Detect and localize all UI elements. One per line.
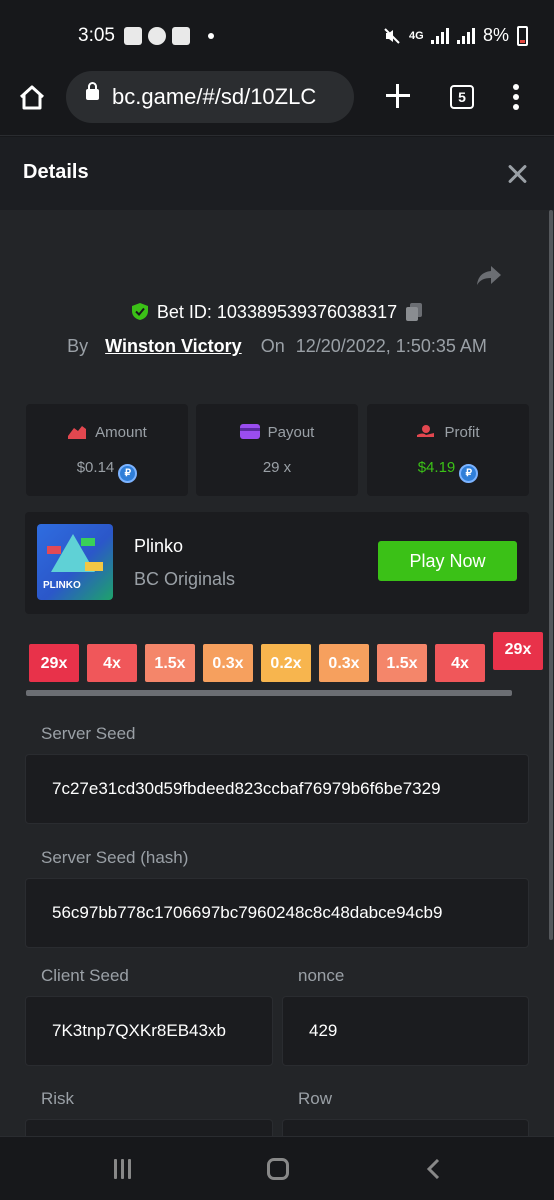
payout-value: 29 x: [262, 459, 292, 476]
server-hash-value: 56c97bb778c1706697bc7960248c8c48dabce94c…: [52, 903, 443, 922]
by-label: By: [67, 336, 89, 356]
coin-icon: ₽: [459, 464, 479, 483]
bet-id: Bet ID: 103389539376038317: [156, 302, 398, 322]
amount-icon: [68, 426, 87, 439]
url-text[interactable]: bc.game/#/sd/10ZLC: [112, 84, 316, 110]
row-label: Row: [298, 1089, 333, 1108]
nonce-field[interactable]: 429: [282, 996, 529, 1066]
coin-icon: ₽: [118, 464, 138, 483]
server-seed-field[interactable]: 7c27e31cd30d59fbdeed823ccbaf76979b6f6be7…: [25, 754, 529, 824]
server-seed-value: 7c27e31cd30d59fbdeed823ccbaf76979b6f6be7…: [52, 779, 441, 798]
status-right: 4G 8%: [383, 25, 528, 46]
close-icon[interactable]: [506, 163, 528, 185]
profit-card: Profit $4.19 ₽: [367, 404, 529, 496]
bet-id-row: Bet ID: 103389539376038317: [0, 302, 554, 323]
system-nav-bar: [0, 1136, 554, 1200]
page-scrollbar[interactable]: [549, 210, 553, 940]
battery-percent: 8%: [482, 25, 509, 45]
multiplier-slot: 0.2x: [261, 644, 311, 682]
modal-header: Details: [0, 137, 554, 210]
modal-title: Details: [23, 161, 89, 183]
client-seed-value: 7K3tnp7QXKr8EB43xb: [52, 1021, 226, 1040]
notification-icons: [124, 27, 214, 45]
twitch-icon: [172, 27, 190, 45]
multiplier-slot: 1.5x: [377, 644, 427, 682]
share-icon[interactable]: [476, 264, 502, 288]
nonce-label: nonce: [298, 966, 345, 985]
thumb-title: PLINKO: [43, 580, 81, 591]
multiplier-slot-hit: 29x: [493, 632, 543, 670]
recent-apps-icon[interactable]: [114, 1159, 136, 1179]
payout-label: Payout: [267, 424, 315, 441]
new-tab-button[interactable]: [384, 82, 412, 110]
client-seed-field[interactable]: 7K3tnp7QXKr8EB43xb: [25, 996, 273, 1066]
mute-icon: [384, 27, 400, 44]
server-hash-label: Server Seed (hash): [41, 848, 189, 867]
home-nav-icon[interactable]: [267, 1158, 289, 1180]
bet-date: 12/20/2022, 1:50:35 AM: [295, 336, 487, 356]
client-seed-label: Client Seed: [41, 966, 129, 985]
network-type: 4G: [408, 29, 424, 42]
messenger-icon: [148, 27, 166, 45]
multiplier-slot: 4x: [87, 644, 137, 682]
multiplier-scroll-track[interactable]: [26, 690, 512, 696]
battery-icon: [517, 25, 528, 46]
browser-menu-icon[interactable]: [513, 84, 519, 110]
payout-card-icon: [239, 424, 260, 439]
address-bar[interactable]: bc.game/#/sd/10ZLC: [66, 71, 354, 123]
multiplier-slot: 4x: [435, 644, 485, 682]
server-hash-field[interactable]: 56c97bb778c1706697bc7960248c8c48dabce94c…: [25, 878, 529, 948]
risk-label: Risk: [41, 1089, 75, 1108]
multiplier-row: 29x 4x 1.5x 0.3x 0.2x 0.3x 1.5x 4x 29x: [29, 632, 554, 686]
back-icon[interactable]: [426, 1159, 440, 1179]
copy-icon[interactable]: [405, 302, 423, 322]
play-now-button[interactable]: Play Now: [378, 541, 517, 581]
signal-icon-2: [456, 27, 475, 44]
home-icon[interactable]: [18, 84, 46, 112]
game-card: PLINKO Plinko BC Originals Play Now: [25, 512, 529, 614]
plinko-thumbnail[interactable]: PLINKO: [37, 524, 113, 600]
profit-value: $4.19: [417, 459, 456, 476]
multiplier-slot: 29x: [29, 644, 79, 682]
modal-content: Bet ID: 103389539376038317 By Winston Vi…: [0, 210, 554, 1136]
game-provider: BC Originals: [134, 569, 236, 589]
bet-byline: By Winston Victory On 12/20/2022, 1:50:3…: [0, 336, 554, 357]
amount-value: $0.14: [76, 459, 115, 476]
amount-label: Amount: [95, 424, 147, 441]
signal-icon: [430, 27, 449, 44]
risk-field[interactable]: [25, 1119, 273, 1136]
row-field[interactable]: [282, 1119, 529, 1136]
tab-switcher-button[interactable]: 5: [450, 85, 474, 109]
multiplier-slot: 0.3x: [203, 644, 253, 682]
status-time: 3:05: [78, 25, 115, 46]
lock-icon: [86, 82, 99, 100]
nonce-value: 429: [309, 1021, 338, 1040]
server-seed-label: Server Seed: [41, 724, 136, 743]
profit-label: Profit: [444, 424, 480, 441]
multiplier-slot: 0.3x: [319, 644, 369, 682]
multiplier-slot: 1.5x: [145, 644, 195, 682]
more-notifications-dot: [208, 33, 214, 39]
user-link[interactable]: Winston Victory: [105, 336, 242, 356]
status-bar: 3:05 4G 8%: [0, 0, 554, 70]
amount-card: Amount $0.14 ₽: [26, 404, 188, 496]
browser-toolbar: bc.game/#/sd/10ZLC 5: [0, 70, 554, 136]
profit-hand-icon: [417, 425, 435, 437]
verified-shield-icon: [131, 303, 148, 320]
game-name: Plinko: [134, 536, 184, 556]
payout-card: Payout 29 x: [196, 404, 358, 496]
on-label: On: [260, 336, 285, 356]
gallery-icon: [124, 27, 142, 45]
